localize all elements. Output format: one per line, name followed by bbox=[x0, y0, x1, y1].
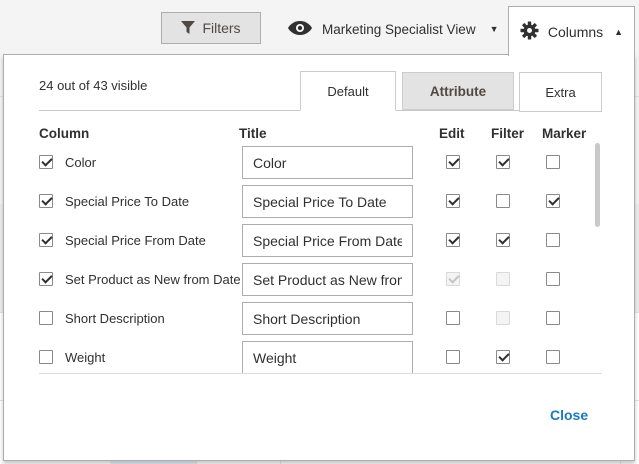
column-label: Short Description bbox=[65, 311, 165, 326]
column-row: Set Product as New from Date bbox=[39, 260, 599, 299]
column-marker-checkbox[interactable] bbox=[546, 311, 560, 325]
column-edit-checkbox bbox=[446, 272, 460, 286]
chevron-down-icon: ▼ bbox=[489, 24, 499, 34]
column-filter-checkbox[interactable] bbox=[496, 350, 510, 364]
filters-button-label: Filters bbox=[202, 20, 241, 36]
column-filter-checkbox bbox=[496, 311, 510, 325]
column-header-title: Title bbox=[239, 126, 267, 141]
column-label: Special Price To Date bbox=[65, 194, 190, 209]
column-title-input[interactable] bbox=[242, 302, 413, 335]
chevron-up-icon: ▲ bbox=[614, 26, 624, 37]
column-row: Special Price From Date bbox=[39, 221, 599, 260]
visible-count: 24 out of 43 visible bbox=[39, 78, 148, 93]
column-visible-checkbox[interactable] bbox=[39, 350, 53, 364]
columns-button[interactable]: Columns ▲ bbox=[508, 6, 635, 56]
column-label: Weight bbox=[65, 350, 106, 365]
column-visible-checkbox[interactable] bbox=[39, 233, 53, 247]
columns-panel: 24 out of 43 visible Default Attribute E… bbox=[3, 54, 635, 461]
view-selector[interactable]: Marketing Specialist View ▼ bbox=[288, 14, 499, 44]
column-header-marker: Marker bbox=[542, 126, 587, 141]
column-label: Set Product as New from Date bbox=[65, 272, 241, 287]
column-filter-checkbox[interactable] bbox=[496, 194, 510, 208]
column-row: Weight bbox=[39, 338, 599, 373]
column-header-filter: Filter bbox=[491, 126, 525, 141]
column-marker-checkbox[interactable] bbox=[546, 272, 560, 286]
column-edit-checkbox[interactable] bbox=[446, 155, 460, 169]
column-title-input[interactable] bbox=[242, 224, 413, 257]
footer-divider bbox=[39, 373, 602, 374]
tab-attribute[interactable]: Attribute bbox=[402, 72, 514, 110]
column-row: Color bbox=[39, 143, 599, 182]
column-visible-checkbox[interactable] bbox=[39, 311, 53, 325]
column-header-column: Column bbox=[39, 126, 90, 141]
gear-icon bbox=[520, 20, 539, 43]
column-marker-checkbox[interactable] bbox=[546, 233, 560, 247]
column-title-input[interactable] bbox=[242, 185, 413, 218]
column-title-input[interactable] bbox=[242, 341, 413, 373]
column-edit-checkbox[interactable] bbox=[446, 311, 460, 325]
column-header-edit: Edit bbox=[439, 126, 465, 141]
filter-icon bbox=[181, 21, 196, 35]
column-edit-checkbox[interactable] bbox=[446, 350, 460, 364]
tab-default[interactable]: Default bbox=[300, 71, 396, 111]
column-visible-checkbox[interactable] bbox=[39, 194, 53, 208]
eye-icon bbox=[288, 20, 312, 38]
column-edit-checkbox[interactable] bbox=[446, 233, 460, 247]
column-filter-checkbox[interactable] bbox=[496, 155, 510, 169]
columns-button-label: Columns bbox=[547, 23, 604, 40]
column-marker-checkbox[interactable] bbox=[546, 194, 560, 208]
column-edit-checkbox[interactable] bbox=[446, 194, 460, 208]
column-row: Short Description bbox=[39, 299, 599, 338]
tab-extra[interactable]: Extra bbox=[519, 72, 602, 112]
column-label: Special Price From Date bbox=[65, 233, 206, 248]
column-marker-checkbox[interactable] bbox=[546, 350, 560, 364]
column-filter-checkbox[interactable] bbox=[496, 233, 510, 247]
column-list[interactable]: Color Special Price To Date Special Price … bbox=[39, 143, 599, 373]
column-label: Color bbox=[65, 155, 97, 170]
scrollbar-thumb[interactable] bbox=[595, 143, 600, 227]
close-button[interactable]: Close bbox=[550, 407, 588, 423]
column-visible-checkbox[interactable] bbox=[39, 272, 53, 286]
filters-button[interactable]: Filters bbox=[161, 12, 261, 44]
column-visible-checkbox[interactable] bbox=[39, 155, 53, 169]
column-filter-checkbox bbox=[496, 272, 510, 286]
column-marker-checkbox[interactable] bbox=[546, 155, 560, 169]
column-title-input[interactable] bbox=[242, 263, 413, 296]
column-row: Special Price To Date bbox=[39, 182, 599, 221]
view-selector-label: Marketing Specialist View bbox=[322, 21, 476, 37]
column-title-input[interactable] bbox=[242, 146, 413, 179]
